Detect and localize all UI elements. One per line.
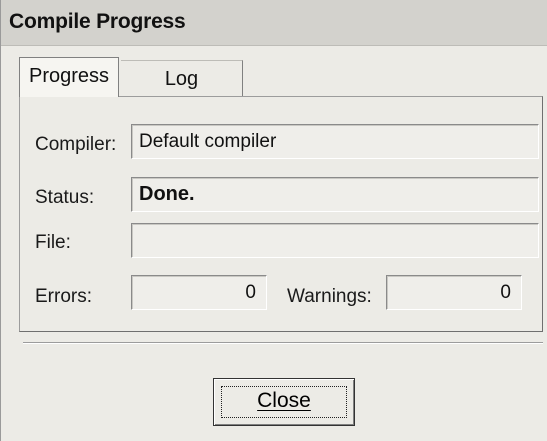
tab-progress[interactable]: Progress xyxy=(19,57,119,97)
compiler-field: Default compiler xyxy=(131,124,539,159)
tab-log[interactable]: Log xyxy=(121,60,243,96)
errors-label: Errors: xyxy=(35,286,92,307)
title-bar[interactable]: Compile Progress xyxy=(1,0,547,46)
compile-progress-dialog: Compile Progress Progress Log Compiler: … xyxy=(0,0,547,441)
close-button[interactable]: Close xyxy=(213,378,355,426)
compiler-label: Compiler: xyxy=(35,134,117,155)
warnings-field: 0 xyxy=(386,275,522,310)
errors-field: 0 xyxy=(131,275,267,310)
status-field: Done. xyxy=(131,177,539,212)
tab-log-label: Log xyxy=(164,68,199,90)
file-label: File: xyxy=(35,232,71,253)
status-label: Status: xyxy=(35,187,95,208)
tab-progress-label: Progress xyxy=(28,65,110,87)
warnings-label: Warnings: xyxy=(287,286,372,307)
file-field xyxy=(131,223,539,258)
window-title: Compile Progress xyxy=(9,10,186,33)
separator xyxy=(23,342,543,344)
close-button-label: Close xyxy=(257,389,311,412)
